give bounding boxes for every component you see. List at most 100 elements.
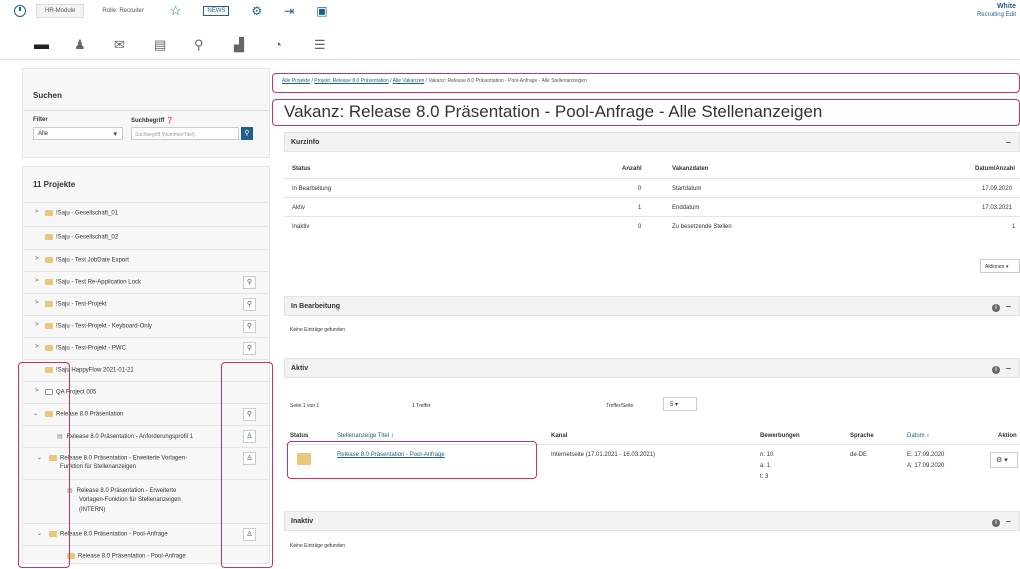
language-value: de-DE	[850, 452, 868, 458]
vacancy-label[interactable]: Release 8.0 Präsentation - Erweiterte Vo…	[60, 456, 187, 462]
status-label: Aktiv	[292, 205, 306, 211]
info-icon[interactable]: i	[991, 304, 1000, 312]
date-e: E: 17.09.2020	[907, 452, 945, 458]
chevron-right-icon[interactable]: >	[35, 300, 39, 306]
logout-icon[interactable]: ⇥	[284, 4, 294, 18]
vacancy-label[interactable]: Release 8.0 Präsentation - Erweiterte	[77, 488, 177, 494]
chevron-right-icon[interactable]: >	[35, 209, 39, 215]
hit-count: 1 Treffer	[412, 403, 431, 409]
annotation-highlight-row	[287, 441, 537, 479]
list-item[interactable]: > !Saju - Gesellschaft_01	[23, 202, 269, 226]
collapse-icon[interactable]: –	[1006, 137, 1011, 147]
help-icon[interactable]: ❓	[166, 118, 173, 124]
row-action-button[interactable]: ⚙ ▾	[990, 452, 1018, 468]
collapse-icon[interactable]: –	[1006, 301, 1011, 311]
search-icon[interactable]: ⚲	[243, 320, 256, 333]
collapse-icon[interactable]: –	[1006, 363, 1011, 373]
vacancy-label-line2: Vorlagen-Funktion für Stellenanzeigen	[79, 497, 181, 503]
in-bearbeitung-header[interactable]: In Bearbeitung i –	[284, 296, 1020, 316]
col-language: Sprache	[850, 433, 874, 439]
search-icon[interactable]: ⚲	[243, 342, 256, 355]
chart-icon[interactable]: ▟	[234, 37, 274, 53]
list-item[interactable]: > !Saju - Test-Projekt - PWC ⚲	[23, 337, 269, 359]
pie-icon[interactable]: ◔	[274, 37, 314, 52]
applications-a: a: 1	[760, 463, 771, 469]
database-icon[interactable]: ☰	[314, 37, 354, 53]
candidates-icon[interactable]: ♟	[74, 37, 114, 53]
list-item[interactable]: !Saju - Gesellschaft_02	[23, 226, 269, 249]
actions-dropdown[interactable]: Aktionen ▾	[980, 259, 1020, 273]
folder-icon[interactable]: ▬	[34, 36, 74, 53]
folder-icon	[45, 210, 53, 216]
per-page-select[interactable]: 5 ▾	[663, 397, 697, 411]
chevron-right-icon[interactable]: >	[35, 344, 39, 350]
star-icon[interactable]: ☆	[170, 3, 182, 19]
col-date-sort[interactable]: Datum ↕	[907, 433, 929, 439]
vacancy-label[interactable]: Release 8.0 Präsentation - Pool-Anfrage	[60, 532, 168, 538]
page-info: Seite 1 von 1	[290, 403, 320, 409]
chevron-right-icon[interactable]: >	[35, 256, 39, 262]
power-icon[interactable]	[14, 5, 26, 17]
applications-t: t: 3	[760, 474, 769, 480]
search-button[interactable]: ⚲	[241, 127, 253, 140]
news-button[interactable]: NEWS	[203, 6, 230, 16]
vacancy-data-value: 17.09.2020	[982, 186, 1013, 192]
date-a: A: 17.09.2020	[907, 463, 945, 469]
calendar-icon[interactable]: ▣	[316, 4, 327, 18]
job-ad-label[interactable]: Release 8.0 Präsentation - Pool-Anfrage	[78, 554, 186, 560]
col-title-sort[interactable]: Stellenanzeige Titel ↕	[337, 433, 394, 439]
col-vacancy-data-header: Vakanzdaten	[672, 166, 709, 172]
project-label[interactable]: !Saju - Test-Projekt	[56, 302, 107, 308]
col-applications: Bewerbungen	[760, 433, 800, 439]
col-action: Aktion	[998, 433, 1017, 439]
filter-select[interactable]: Alle	[33, 127, 123, 140]
kurzinfo-header[interactable]: Kurzinfo –	[284, 132, 1020, 152]
info-icon[interactable]: i	[991, 366, 1000, 374]
list-item[interactable]: > !Saju - Test JobDate Export	[23, 249, 269, 271]
info-icon[interactable]: i	[991, 519, 1000, 527]
project-label[interactable]: !Saju - Gesellschaft_02	[56, 235, 118, 241]
tab-role[interactable]: Rolle: Recruiter	[94, 5, 151, 17]
inaktiv-header[interactable]: Inaktiv i –	[284, 511, 1020, 531]
status-label: In Bearbeitung	[292, 186, 332, 192]
chevron-right-icon[interactable]: >	[35, 278, 39, 284]
top-bar: HR-Module Rolle: Recruiter ☆ NEWS ⚙ ⇥ ▣ …	[0, 0, 1020, 22]
search-icon[interactable]: ⚲	[243, 298, 256, 311]
col-date-header: Datum/Anzahl	[975, 166, 1016, 172]
project-label[interactable]: !Saju - Test Re-Application Lock	[56, 280, 141, 286]
module-icon-bar: ▬ ♟ ✉ ▤ ⚲ ▟ ◔ ☰	[0, 30, 1020, 60]
status-count: 1	[638, 205, 642, 211]
project-label[interactable]: !Saju - Test-Projekt - Keyboard-Only	[56, 324, 152, 330]
aktiv-header[interactable]: Aktiv i –	[284, 358, 1020, 378]
chevron-right-icon[interactable]: >	[35, 322, 39, 328]
list-item[interactable]: > !Saju - Test-Projekt - Keyboard-Only ⚲	[23, 315, 269, 337]
term-label-text: Suchbegriff	[131, 118, 165, 124]
gear-icon[interactable]: ⚙	[251, 4, 262, 18]
folder-icon	[45, 323, 53, 329]
folder-icon	[45, 345, 53, 351]
list-icon[interactable]: ▤	[154, 37, 194, 53]
search-input[interactable]: Suchbegriff (Nummer/Titel)	[131, 127, 239, 140]
annotation-highlight-title	[272, 99, 1020, 126]
project-label[interactable]: !Saju - Gesellschaft_01	[56, 211, 118, 217]
search-title: Suchen	[33, 91, 62, 100]
search-icon[interactable]: ⚲	[243, 276, 256, 289]
empty-message: Keine Einträge gefunden	[290, 543, 346, 549]
list-item[interactable]: > !Saju - Test Re-Application Lock ⚲	[23, 271, 269, 293]
status-count: 0	[638, 186, 642, 192]
user-search-icon[interactable]: ⚲	[194, 37, 234, 53]
channel-value: Internetseite (17.01.2021 - 16.03.2021)	[551, 452, 656, 458]
project-label[interactable]: !Saju - Test JobDate Export	[56, 258, 129, 264]
chat-icon[interactable]: ✉	[114, 37, 154, 53]
list-item[interactable]: > !Saju - Test-Projekt ⚲	[23, 293, 269, 315]
projects-title: 11 Projekte	[33, 180, 76, 189]
project-label[interactable]: !Saju - Test-Projekt - PWC	[56, 346, 126, 352]
collapse-icon[interactable]: –	[1006, 516, 1011, 526]
annotation-highlight-left	[18, 362, 70, 568]
col-status-header: Status	[292, 166, 311, 172]
vacancy-label[interactable]: Release 8.0 Präsentation - Anforderungsp…	[67, 434, 193, 440]
applications-n: n: 10	[760, 452, 774, 458]
folder-icon	[45, 301, 53, 307]
tab-hr-module[interactable]: HR-Module	[36, 4, 85, 18]
status-count: 0	[638, 224, 642, 230]
